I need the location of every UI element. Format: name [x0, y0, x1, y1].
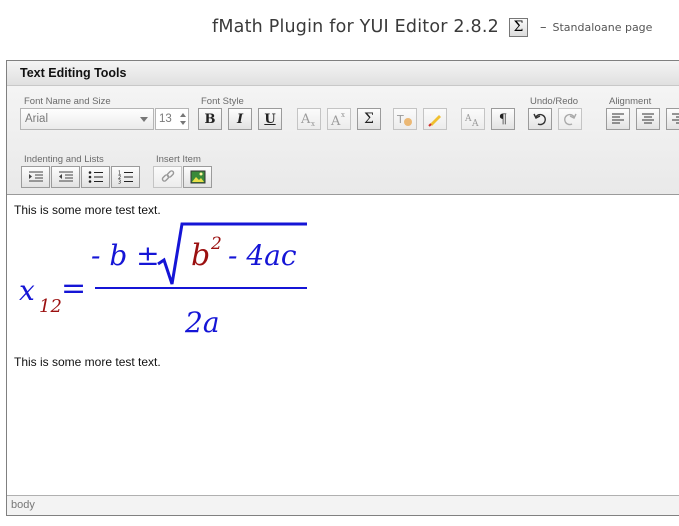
font-size-stepper[interactable]: 13	[155, 108, 189, 130]
svg-text:A: A	[471, 119, 479, 127]
svg-text:x: x	[311, 120, 315, 127]
content-paragraph: This is some more test text.	[14, 355, 161, 369]
remove-format-icon: AA	[464, 114, 479, 127]
align-left-button[interactable]	[606, 108, 630, 130]
formula-numerator-prefix: - b ±	[91, 239, 160, 272]
svg-text:3: 3	[118, 180, 121, 185]
editor-statusbar: body	[7, 495, 679, 515]
align-center-button[interactable]	[636, 108, 660, 130]
quadratic-formula-image[interactable]: x 12 = - b ± b 2 - 4ac 2a	[15, 218, 315, 348]
svg-text:A: A	[300, 112, 311, 127]
highlight-pen-icon	[428, 115, 441, 127]
redo-icon	[564, 113, 577, 126]
italic-button[interactable]: I	[228, 108, 252, 130]
insert-link-button[interactable]	[153, 166, 182, 188]
editor-content-area[interactable]: This is some more test text. x 12 = - b …	[7, 196, 679, 496]
align-left-icon	[612, 113, 624, 124]
text-color-button[interactable]: T	[393, 108, 417, 130]
bold-button[interactable]: B	[198, 108, 222, 130]
formula-denominator: 2a	[184, 306, 220, 339]
outdent-icon	[58, 171, 73, 182]
formula-subscript: 12	[39, 296, 62, 317]
align-right-button[interactable]	[666, 108, 679, 130]
text-color-icon: T	[396, 113, 412, 126]
link-chain-icon	[161, 170, 174, 182]
font-name-select[interactable]: Arial	[20, 108, 154, 130]
group-label-insert-item: Insert Item	[156, 154, 201, 165]
numbered-list-icon: 123	[118, 171, 133, 185]
svg-text:A: A	[464, 114, 472, 124]
formula-equals: =	[61, 271, 86, 306]
group-label-indenting-lists: Indenting and Lists	[24, 154, 104, 165]
group-label-font-name-size: Font Name and Size	[24, 96, 111, 107]
svg-text:x: x	[341, 111, 345, 119]
formula-radicand-exponent: 2	[210, 234, 222, 254]
font-name-value: Arial	[25, 113, 49, 125]
outdent-button[interactable]	[51, 166, 80, 188]
editor-titlebar: Text Editing Tools	[7, 61, 679, 86]
formula-radicand-base: b	[191, 238, 210, 273]
group-label-alignment: Alignment	[609, 96, 652, 107]
spin-down-icon	[180, 121, 186, 125]
page-title: fMath Plugin for YUI Editor 2.8.2	[212, 17, 499, 37]
spin-up-icon	[180, 113, 186, 117]
image-icon	[190, 170, 205, 184]
redo-button[interactable]	[558, 108, 582, 130]
highlight-button[interactable]	[423, 108, 447, 130]
insert-image-button[interactable]	[183, 166, 212, 188]
indent-button[interactable]	[21, 166, 50, 188]
align-right-icon	[672, 113, 679, 124]
page-header: fMath Plugin for YUI Editor 2.8.2 Σ – St…	[212, 12, 652, 42]
subscript-button[interactable]: Ax	[297, 108, 321, 130]
editor-toolbar: Font Name and Size Font Style Undo/Redo …	[7, 86, 679, 195]
bulleted-list-button[interactable]	[81, 166, 110, 188]
svg-text:A: A	[330, 114, 341, 127]
chevron-down-icon	[140, 117, 148, 122]
remove-format-button[interactable]: AA	[461, 108, 485, 130]
undo-button[interactable]	[528, 108, 552, 130]
page-subtitle: Standaloane page	[552, 20, 653, 34]
paragraph-mark-button[interactable]: ¶	[491, 108, 515, 130]
bullet-list-icon	[88, 171, 103, 183]
fmath-sigma-button[interactable]: Σ	[357, 108, 381, 130]
sigma-icon[interactable]: Σ	[508, 17, 528, 37]
svg-text:T: T	[396, 113, 404, 126]
superscript-icon: Ax	[330, 111, 345, 127]
font-size-value: 13	[159, 113, 172, 125]
group-label-undo-redo: Undo/Redo	[530, 96, 579, 107]
title-dash: –	[539, 19, 547, 35]
underline-button[interactable]: U	[258, 108, 282, 130]
superscript-button[interactable]: Ax	[327, 108, 351, 130]
undo-icon	[533, 113, 546, 126]
numbered-list-button[interactable]: 123	[111, 166, 140, 188]
indent-icon	[28, 171, 43, 182]
group-label-font-style: Font Style	[201, 96, 244, 107]
rich-text-editor: Text Editing Tools Font Name and Size Fo…	[6, 60, 679, 516]
content-paragraph: This is some more test text.	[14, 203, 161, 217]
align-center-icon	[642, 113, 654, 124]
formula-radicand-rest: - 4ac	[228, 239, 297, 272]
formula-variable: x	[19, 274, 35, 307]
subscript-icon: Ax	[300, 112, 315, 127]
